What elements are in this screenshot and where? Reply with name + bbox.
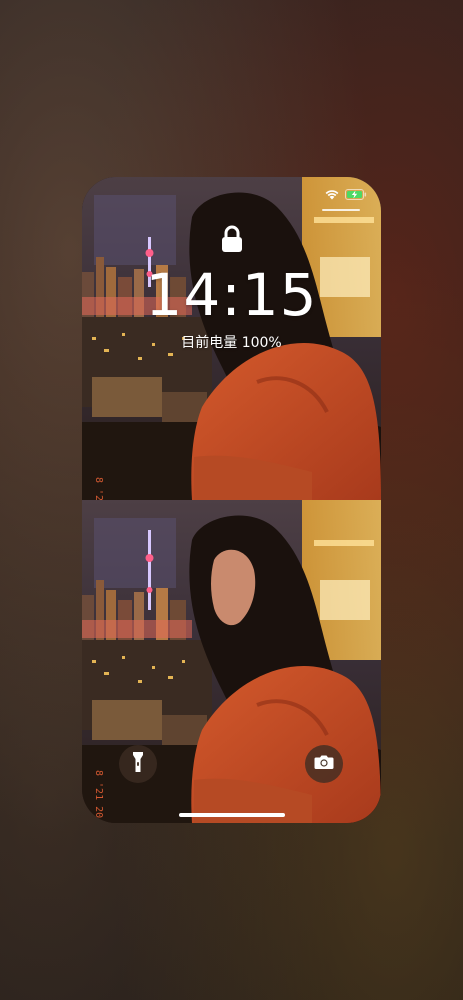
lock-screen-time: 14:15 [145,261,318,329]
control-center-indicator[interactable] [322,209,360,211]
camera-icon [314,754,334,775]
flashlight-icon [132,751,144,778]
wifi-icon [325,189,339,200]
battery-charging-icon [345,189,367,200]
camera-button[interactable] [305,745,343,783]
home-indicator[interactable] [179,813,285,817]
svg-text:8 '21 20: 8 '21 20 [93,770,104,818]
battery-status-text: 目前电量 100% [181,335,282,351]
status-bar [325,189,367,200]
lock-screen: 8 '21 20 14:15 目前电量 100% [82,177,381,823]
flashlight-button[interactable] [119,745,157,783]
lock-icon [220,225,244,253]
svg-text:8 '21 20: 8 '21 20 [93,477,104,500]
